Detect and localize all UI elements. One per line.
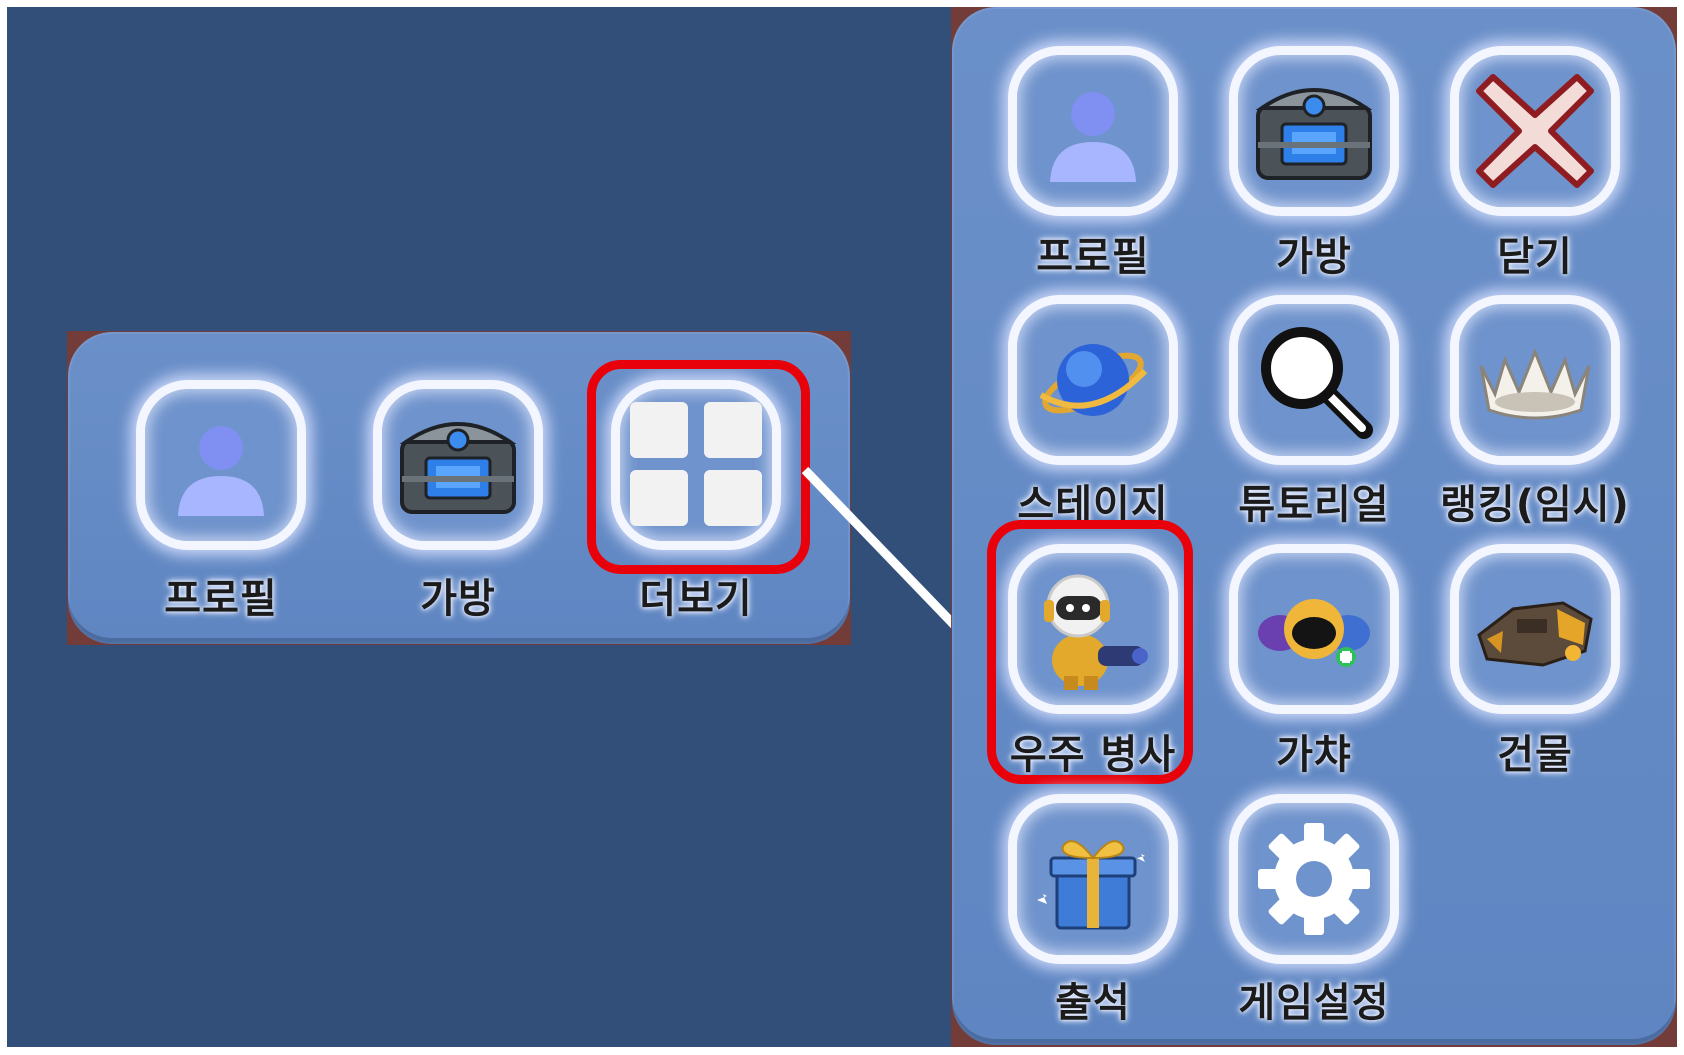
- collapsed-bag-button[interactable]: [373, 380, 543, 550]
- bag-chest-icon: [1252, 76, 1376, 186]
- collapsed-bag-label: 가방: [420, 576, 496, 622]
- expanded-profile-label: 프로필: [1036, 234, 1150, 280]
- expanded-ranking-button[interactable]: [1450, 295, 1620, 465]
- expanded-bag-label: 가방: [1276, 234, 1352, 280]
- expanded-settings-label: 게임설정: [1238, 980, 1390, 1026]
- expanded-close-button[interactable]: [1450, 46, 1620, 216]
- profile-icon: [166, 410, 276, 520]
- bag-chest-icon: [396, 410, 520, 520]
- expanded-settings-button[interactable]: [1229, 794, 1399, 964]
- expanded-building-button[interactable]: [1450, 544, 1620, 714]
- expanded-tutorial-button[interactable]: [1229, 295, 1399, 465]
- space-soldier-highlight: [987, 520, 1193, 784]
- expanded-stage-button[interactable]: [1008, 295, 1178, 465]
- crown-icon: [1475, 330, 1595, 430]
- expanded-profile-button[interactable]: [1008, 46, 1178, 216]
- expanded-gacha-label: 가챠: [1276, 732, 1352, 778]
- magnifier-icon: [1254, 320, 1374, 440]
- planet-icon: [1038, 325, 1148, 435]
- expanded-close-label: 닫기: [1497, 234, 1573, 280]
- expanded-tutorial-label: 튜토리얼: [1238, 482, 1390, 528]
- more-button-highlight: [587, 360, 810, 574]
- expanded-attendance-label: 출석: [1055, 980, 1131, 1026]
- gift-icon: [1033, 824, 1153, 934]
- close-icon: [1475, 71, 1595, 191]
- expanded-ranking-label: 랭킹(임시): [1440, 482, 1630, 528]
- expanded-attendance-button[interactable]: [1008, 794, 1178, 964]
- gear-icon: [1252, 817, 1376, 941]
- collapsed-more-label: 더보기: [639, 576, 753, 622]
- helmet-gacha-icon: [1254, 579, 1374, 679]
- expanded-building-label: 건물: [1497, 732, 1573, 778]
- collapsed-profile-button[interactable]: [136, 380, 306, 550]
- collapsed-profile-label: 프로필: [164, 576, 278, 622]
- expanded-gacha-button[interactable]: [1229, 544, 1399, 714]
- profile-icon: [1038, 76, 1148, 186]
- expanded-bag-button[interactable]: [1229, 46, 1399, 216]
- building-icon: [1473, 579, 1597, 679]
